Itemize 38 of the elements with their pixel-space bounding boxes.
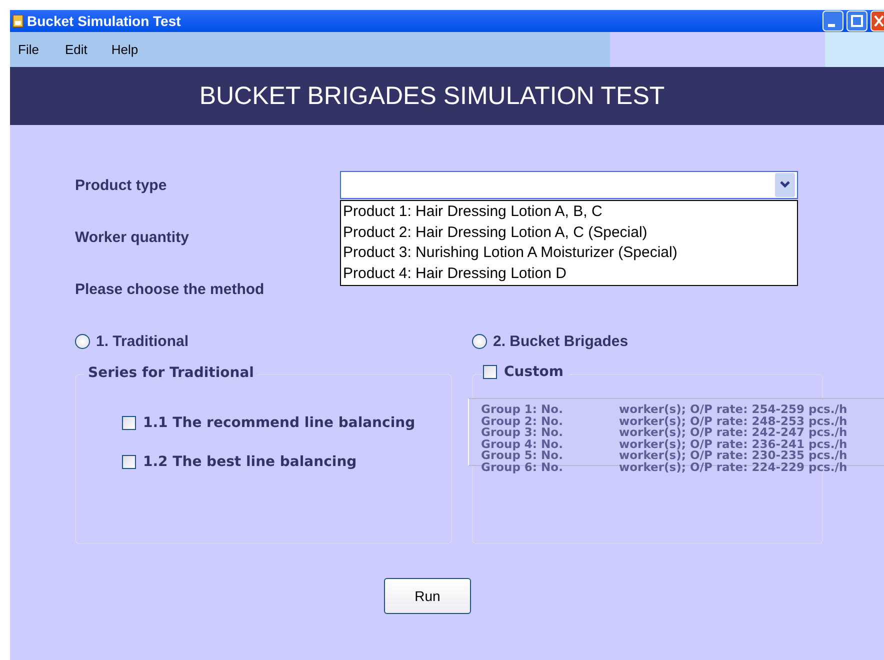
dropdown-option[interactable]: Product 4: Hair Dressing Lotion D <box>343 264 795 284</box>
group-label: Group 3: No. <box>481 427 564 438</box>
dropdown-option[interactable]: Product 3: Nurishing Lotion A Moisturizer (Special) <box>343 243 795 264</box>
checkbox[interactable] <box>483 365 497 379</box>
window-title: Bucket Simulation Test <box>27 13 181 29</box>
radio-button[interactable] <box>472 334 487 348</box>
group-rate-text: worker(s); O/P rate: 248-253 pcs./h <box>619 416 848 427</box>
group-label: Group 1: No. <box>481 404 564 416</box>
run-button[interactable]: Run <box>384 578 471 614</box>
minimize-icon[interactable] <box>822 10 844 32</box>
group-label: Group 6: No. <box>481 462 564 473</box>
close-icon[interactable] <box>870 10 884 32</box>
field-label: Product type <box>75 176 168 194</box>
app-icon <box>12 14 24 28</box>
group-rate-text: worker(s); O/P rate: 236-241 pcs./h <box>619 438 848 450</box>
radio-label: 1. Traditional <box>96 332 189 350</box>
menu-item[interactable]: File <box>18 42 39 57</box>
dropdown-option[interactable]: Product 1: Hair Dressing Lotion A, B, C <box>343 202 795 222</box>
radio-label: 2. Bucket Brigades <box>493 332 628 350</box>
header-title: BUCKET BRIGADES SIMULATION TEST <box>199 82 666 110</box>
radio-button[interactable] <box>75 334 90 348</box>
checkbox-label: 1.1 The recommend line balancing <box>143 415 416 431</box>
method-prompt: Please choose the method <box>75 280 264 298</box>
dropdown-option[interactable]: Product 2: Hair Dressing Lotion A, C (Special) <box>343 222 795 243</box>
group-label: Group 5: No. <box>481 450 564 462</box>
group-label: Group 2: No. <box>481 416 564 427</box>
field-label: Worker quantity <box>75 228 189 246</box>
group-rate-text: worker(s); O/P rate: 230-235 pcs./h <box>619 450 848 462</box>
group-rate-text: worker(s); O/P rate: 242-247 pcs./h <box>619 427 848 438</box>
maximize-icon[interactable] <box>846 10 868 32</box>
group-rate-text: worker(s); O/P rate: 254-259 pcs./h <box>619 404 848 416</box>
menu-item[interactable]: Help <box>111 42 138 57</box>
group-label: Group 4: No. <box>481 438 564 450</box>
checkbox[interactable] <box>122 416 136 430</box>
checkbox-label: 1.2 The best line balancing <box>143 454 357 470</box>
menu-item[interactable]: Edit <box>64 42 88 57</box>
group-rate-text: worker(s); O/P rate: 224-229 pcs./h <box>619 462 848 473</box>
checkbox[interactable] <box>122 455 136 469</box>
